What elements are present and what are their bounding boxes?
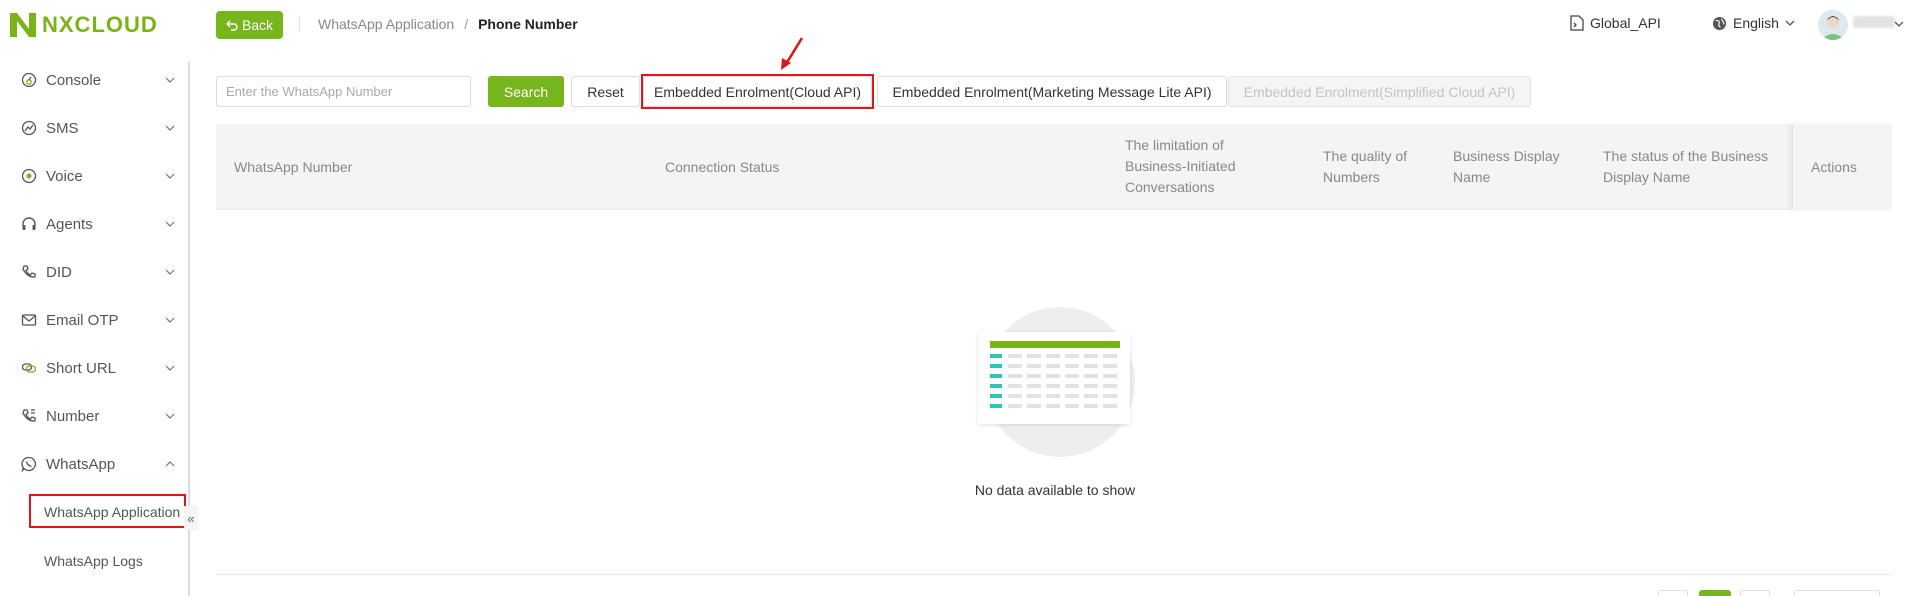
pagination-next-button[interactable] [1740, 590, 1770, 596]
top-header: NXCLOUD Back WhatsApp Application / Phon… [0, 0, 1905, 50]
chevron-down-icon [165, 413, 175, 419]
sidebar-item-whatsapp[interactable]: WhatsApp [0, 444, 188, 484]
logo-text: NXCLOUD [42, 12, 158, 37]
global-api-link[interactable]: Global_API [1570, 15, 1661, 31]
whatsapp-number-search-input[interactable]: Enter the WhatsApp Number [216, 76, 471, 107]
search-button-label: Search [503, 83, 549, 100]
global-api-label: Global_API [1590, 15, 1661, 31]
column-header-display-name: Business Display Name [1453, 148, 1560, 185]
column-header-actions: Actions [1811, 159, 1857, 175]
sidebar-item-label: Agents [46, 215, 93, 233]
chevron-down-icon [165, 317, 175, 323]
column-header-connection-status: Connection Status [665, 159, 780, 175]
chevron-down-icon [1785, 20, 1795, 26]
sidebar-item-number[interactable]: Number [0, 396, 188, 436]
search-button[interactable]: Search [488, 76, 564, 107]
sidebar-item-sms[interactable]: SMS [0, 108, 188, 148]
user-menu-chevron-icon[interactable] [1894, 19, 1904, 29]
link-icon [20, 359, 38, 377]
column-header-display-name-status: The status of the Business Display Name [1603, 148, 1768, 185]
pagination-current-page[interactable] [1699, 590, 1731, 596]
reset-button-label: Reset [587, 83, 624, 100]
nxcloud-logo[interactable]: NXCLOUD [10, 12, 158, 38]
collapse-icon: « [187, 510, 195, 526]
breadcrumb-current: Phone Number [478, 16, 578, 32]
embedded-enrolment-marketing-button[interactable]: Embedded Enrolment(Marketing Message Lit… [877, 76, 1227, 107]
empty-state-illustration [978, 332, 1130, 424]
breadcrumb: WhatsApp Application / Phone Number [318, 16, 578, 32]
back-button-label: Back [241, 17, 274, 33]
chevron-down-icon [165, 173, 175, 179]
logo-mark-icon [10, 13, 36, 37]
table-bottom-border [216, 574, 1892, 575]
sidebar-item-label: Short URL [46, 359, 117, 377]
phone-number-icon [20, 407, 38, 425]
column-header-limitation: The limitation of Business-Initiated Con… [1125, 137, 1236, 195]
page-size-select[interactable] [1794, 590, 1880, 596]
chevron-down-icon [165, 365, 175, 371]
search-input-placeholder: Enter the WhatsApp Number [226, 84, 393, 99]
sidebar-item-label: Email OTP [46, 311, 119, 329]
sidebar-item-label: SMS [46, 119, 79, 137]
pagination-prev-button[interactable] [1658, 590, 1688, 596]
sidebar-collapse-handle[interactable]: « [184, 506, 198, 530]
globe-icon [1712, 16, 1727, 30]
column-header-whatsapp-number: WhatsApp Number [234, 159, 353, 175]
sidebar-item-did[interactable]: DID [0, 252, 188, 292]
sidebar-item-agents[interactable]: Agents [0, 204, 188, 244]
terminal-file-icon [1570, 15, 1584, 31]
embedded-marketing-label: Embedded Enrolment(Marketing Message Lit… [892, 83, 1212, 100]
sidebar-subitem-label: WhatsApp Logs [44, 553, 143, 569]
user-name-blurred [1853, 16, 1895, 28]
highlight-box-cloud-api [641, 74, 874, 109]
voice-icon [20, 167, 38, 185]
language-selector[interactable]: English [1712, 15, 1795, 31]
sidebar-item-console[interactable]: Console [0, 60, 188, 100]
sidebar-item-short-url[interactable]: Short URL [0, 348, 188, 388]
back-button[interactable]: Back [216, 11, 283, 39]
back-arrow-icon [225, 20, 238, 31]
sms-icon [20, 119, 38, 137]
phone-icon [20, 263, 38, 281]
empty-table-icon [990, 341, 1120, 408]
sidebar-subitem-whatsapp-logs[interactable]: WhatsApp Logs [30, 545, 184, 577]
console-icon [20, 71, 38, 89]
breadcrumb-parent[interactable]: WhatsApp Application [318, 16, 454, 32]
column-header-quality: The quality of Numbers [1323, 148, 1408, 185]
chevron-down-icon [165, 269, 175, 275]
reset-button[interactable]: Reset [571, 76, 640, 107]
chevron-down-icon [165, 221, 175, 227]
sidebar-item-voice[interactable]: Voice [0, 156, 188, 196]
avatar-person-icon [1818, 10, 1848, 40]
empty-state-text: No data available to show [974, 482, 1136, 498]
embedded-enrolment-simplified-button[interactable]: Embedded Enrolment(Simplified Cloud API) [1228, 76, 1531, 107]
actions-column-header: Actions [1792, 124, 1892, 210]
header-divider [299, 16, 300, 32]
sidebar-item-email-otp[interactable]: Email OTP [0, 300, 188, 340]
highlight-box-whatsapp-application [29, 494, 186, 528]
chevron-down-icon [165, 77, 175, 83]
sidebar-item-label: Voice [46, 167, 83, 185]
language-label: English [1733, 15, 1779, 31]
chevron-up-icon [165, 461, 175, 467]
mail-icon [20, 311, 38, 329]
red-arrow-annotation-icon [781, 37, 804, 70]
sidebar-item-label: Console [46, 71, 102, 89]
sidebar-item-label: Number [46, 407, 100, 425]
user-avatar[interactable] [1818, 10, 1848, 40]
sidebar-item-label: WhatsApp [46, 455, 116, 473]
embedded-simplified-label: Embedded Enrolment(Simplified Cloud API) [1243, 83, 1516, 100]
breadcrumb-separator: / [464, 16, 469, 32]
whatsapp-icon [20, 455, 38, 473]
chevron-down-icon [165, 125, 175, 131]
sidebar-item-label: DID [46, 263, 72, 281]
headset-icon [20, 215, 38, 233]
